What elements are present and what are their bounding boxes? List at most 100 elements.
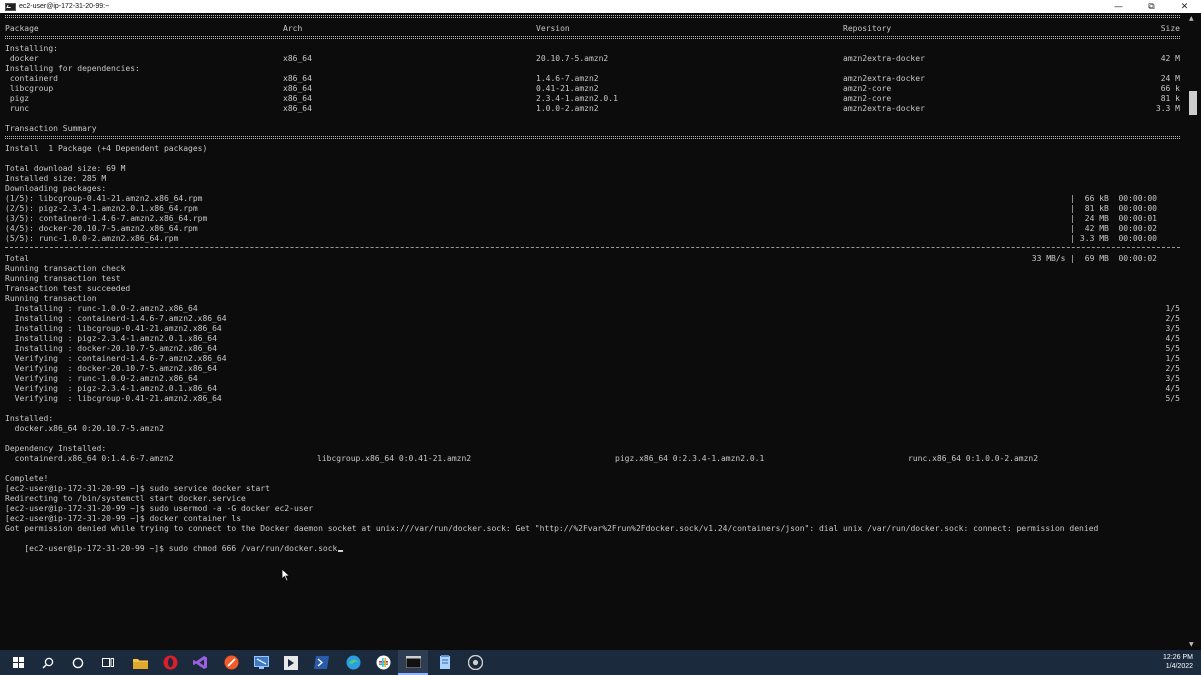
step-text: Installing : libcgroup-0.41-21.amzn2.x86… [5, 324, 222, 333]
edge-icon[interactable] [338, 650, 368, 675]
scroll-thumb[interactable] [1189, 91, 1197, 115]
session-line: [ec2-user@ip-172-31-20-99 ~]$ sudo userm… [5, 504, 314, 513]
terminal-output[interactable]: Package Arch Version Repository Size Ins… [0, 14, 1185, 650]
package-version: 1.0.0-2.amzn2 [536, 104, 599, 113]
app-icon[interactable] [276, 650, 306, 675]
terminal-scrollbar[interactable]: ▲ ▼ [1185, 14, 1201, 650]
install-summary: Install 1 Package (+4 Dependent packages… [5, 144, 208, 153]
scroll-down-arrow-icon[interactable]: ▼ [1189, 641, 1194, 648]
session-line: [ec2-user@ip-172-31-20-99 ~]$ sudo servi… [5, 484, 270, 493]
git-icon[interactable] [216, 650, 246, 675]
package-repo: amzn2extra-docker [843, 74, 925, 83]
scroll-up-arrow-icon[interactable]: ▲ [1189, 15, 1194, 22]
section-dependencies: Installing for dependencies: [5, 64, 140, 73]
header-repository: Repository [843, 24, 892, 33]
maximize-button[interactable]: ⧉ [1135, 0, 1168, 13]
package-repo: amzn2extra-docker [843, 104, 925, 113]
step-count: 3/5 [1165, 324, 1180, 333]
header-size: Size [1160, 24, 1180, 33]
section-installing: Installing: [5, 44, 58, 53]
transaction-line: Running transaction test [5, 274, 121, 283]
console-app-icon [5, 2, 16, 11]
package-size: 42 M [1160, 54, 1180, 63]
step-text: Installing : docker-20.10.7-5.amzn2.x86_… [5, 344, 217, 353]
step-row: Verifying : containerd-1.4.6-7.amzn2.x86… [5, 354, 1180, 364]
step-count: 2/5 [1165, 314, 1180, 323]
table-row: containerd x86_64 1.4.6-7.amzn2 amzn2ext… [5, 74, 1180, 84]
package-size: 81 k [1160, 94, 1180, 103]
step-row: Installing : pigz-2.3.4-1.amzn2.0.1.x86_… [5, 334, 1180, 344]
download-stats: | 24 MB 00:00:01 [1070, 214, 1157, 223]
step-text: Verifying : pigz-2.3.4-1.amzn2.0.1.x86_6… [5, 384, 217, 393]
opera-icon[interactable] [155, 650, 185, 675]
text-cursor [338, 550, 344, 552]
package-version: 20.10.7-5.amzn2 [536, 54, 609, 63]
step-row: Installing : docker-20.10.7-5.amzn2.x86_… [5, 344, 1180, 354]
terminal-icon[interactable] [398, 650, 428, 675]
download-row: (5/5): runc-1.0.0-2.amzn2.x86_64.rpm | 3… [5, 234, 1180, 244]
package-arch: x86_64 [283, 104, 312, 113]
session-line: [ec2-user@ip-172-31-20-99 ~]$ docker con… [5, 514, 242, 523]
transaction-summary-heading: Transaction Summary [5, 124, 97, 133]
package-arch: x86_64 [283, 54, 312, 63]
total-row: Total 33 MB/s | 69 MB 00:00:02 [5, 254, 1180, 264]
table-row: pigz x86_64 2.3.4-1.amzn2.0.1 amzn2-core… [5, 94, 1180, 104]
task-view-icon[interactable] [93, 650, 123, 675]
file-explorer-icon[interactable] [125, 650, 155, 675]
header-package: Package [5, 24, 39, 33]
dependency-installed-label: Dependency Installed: [5, 444, 107, 453]
installed-size: Installed size: 285 M [5, 174, 107, 183]
step-row: Verifying : runc-1.0.0-2.amzn2.x86_64 3/… [5, 374, 1180, 384]
step-row: Installing : libcgroup-0.41-21.amzn2.x86… [5, 324, 1180, 334]
transaction-line: Running transaction check [5, 264, 126, 273]
package-size: 3.3 M [1155, 104, 1180, 113]
step-count: 5/5 [1165, 344, 1180, 353]
step-count: 5/5 [1165, 394, 1180, 403]
step-row: Installing : containerd-1.4.6-7.amzn2.x8… [5, 314, 1180, 324]
package-version: 0.41-21.amzn2 [536, 84, 599, 93]
download-file: (3/5): containerd-1.4.6-7.amzn2.x86_64.r… [5, 214, 208, 223]
minimize-button[interactable]: — [1102, 0, 1135, 13]
separator-line [5, 36, 1180, 37]
download-file: (2/5): pigz-2.3.4-1.amzn2.0.1.x86_64.rpm [5, 204, 198, 213]
window-title-bar[interactable]: ec2-user@ip-172-31-20-99:~ — ⧉ ✕ [0, 0, 1201, 13]
download-row: (1/5): libcgroup-0.41-21.amzn2.x86_64.rp… [5, 194, 1180, 204]
step-text: Installing : pigz-2.3.4-1.amzn2.0.1.x86_… [5, 334, 217, 343]
separator-line [5, 15, 1180, 16]
cortana-icon[interactable] [63, 650, 93, 675]
chrome-icon[interactable] [460, 650, 490, 675]
step-count: 3/5 [1165, 374, 1180, 383]
download-stats: | 3.3 MB 00:00:00 [1070, 234, 1157, 243]
download-stats: | 81 kB 00:00:00 [1070, 204, 1157, 213]
transaction-line: Transaction test succeeded [5, 284, 131, 293]
dependency-installed-item: pigz.x86_64 0:2.3.4-1.amzn2.0.1 [615, 454, 765, 463]
table-header: Package Arch Version Repository Size [5, 24, 1180, 34]
download-file: (1/5): libcgroup-0.41-21.amzn2.x86_64.rp… [5, 194, 203, 203]
notepad-icon[interactable] [430, 650, 460, 675]
package-version: 1.4.6-7.amzn2 [536, 74, 599, 83]
windows-start-icon[interactable] [3, 650, 33, 675]
dependency-installed-row: containerd.x86_64 0:1.4.6-7.amzn2 libcgr… [5, 454, 1180, 464]
current-command[interactable]: [ec2-user@ip-172-31-20-99 ~]$ sudo chmod… [24, 544, 337, 553]
step-count: 4/5 [1165, 384, 1180, 393]
error-message: Got permission denied while trying to co… [5, 524, 1099, 533]
search-icon[interactable] [33, 650, 63, 675]
package-repo: amzn2extra-docker [843, 54, 925, 63]
total-download-size: Total download size: 69 M [5, 164, 126, 173]
visual-studio-icon[interactable] [185, 650, 215, 675]
command-prompt-line[interactable]: [ec2-user@ip-172-31-20-99 ~]$ sudo chmod… [5, 534, 1180, 553]
windows-taskbar: 12:26 PM 1/4/2022 [0, 650, 1201, 675]
separator-line [5, 136, 1180, 137]
close-button[interactable]: ✕ [1168, 0, 1201, 13]
total-label: Total [5, 254, 30, 263]
package-name: runc [5, 104, 30, 113]
system-clock[interactable]: 12:26 PM 1/4/2022 [1163, 653, 1193, 671]
package-name: docker [5, 54, 39, 63]
complete-message: Complete! [5, 474, 49, 483]
remote-desktop-icon[interactable] [246, 650, 276, 675]
step-count: 1/5 [1165, 304, 1180, 313]
step-text: Installing : containerd-1.4.6-7.amzn2.x8… [5, 314, 227, 323]
slack-icon[interactable] [368, 650, 398, 675]
installed-value: docker.x86_64 0:20.10.7-5.amzn2 [5, 424, 164, 433]
powershell-icon[interactable] [306, 650, 336, 675]
